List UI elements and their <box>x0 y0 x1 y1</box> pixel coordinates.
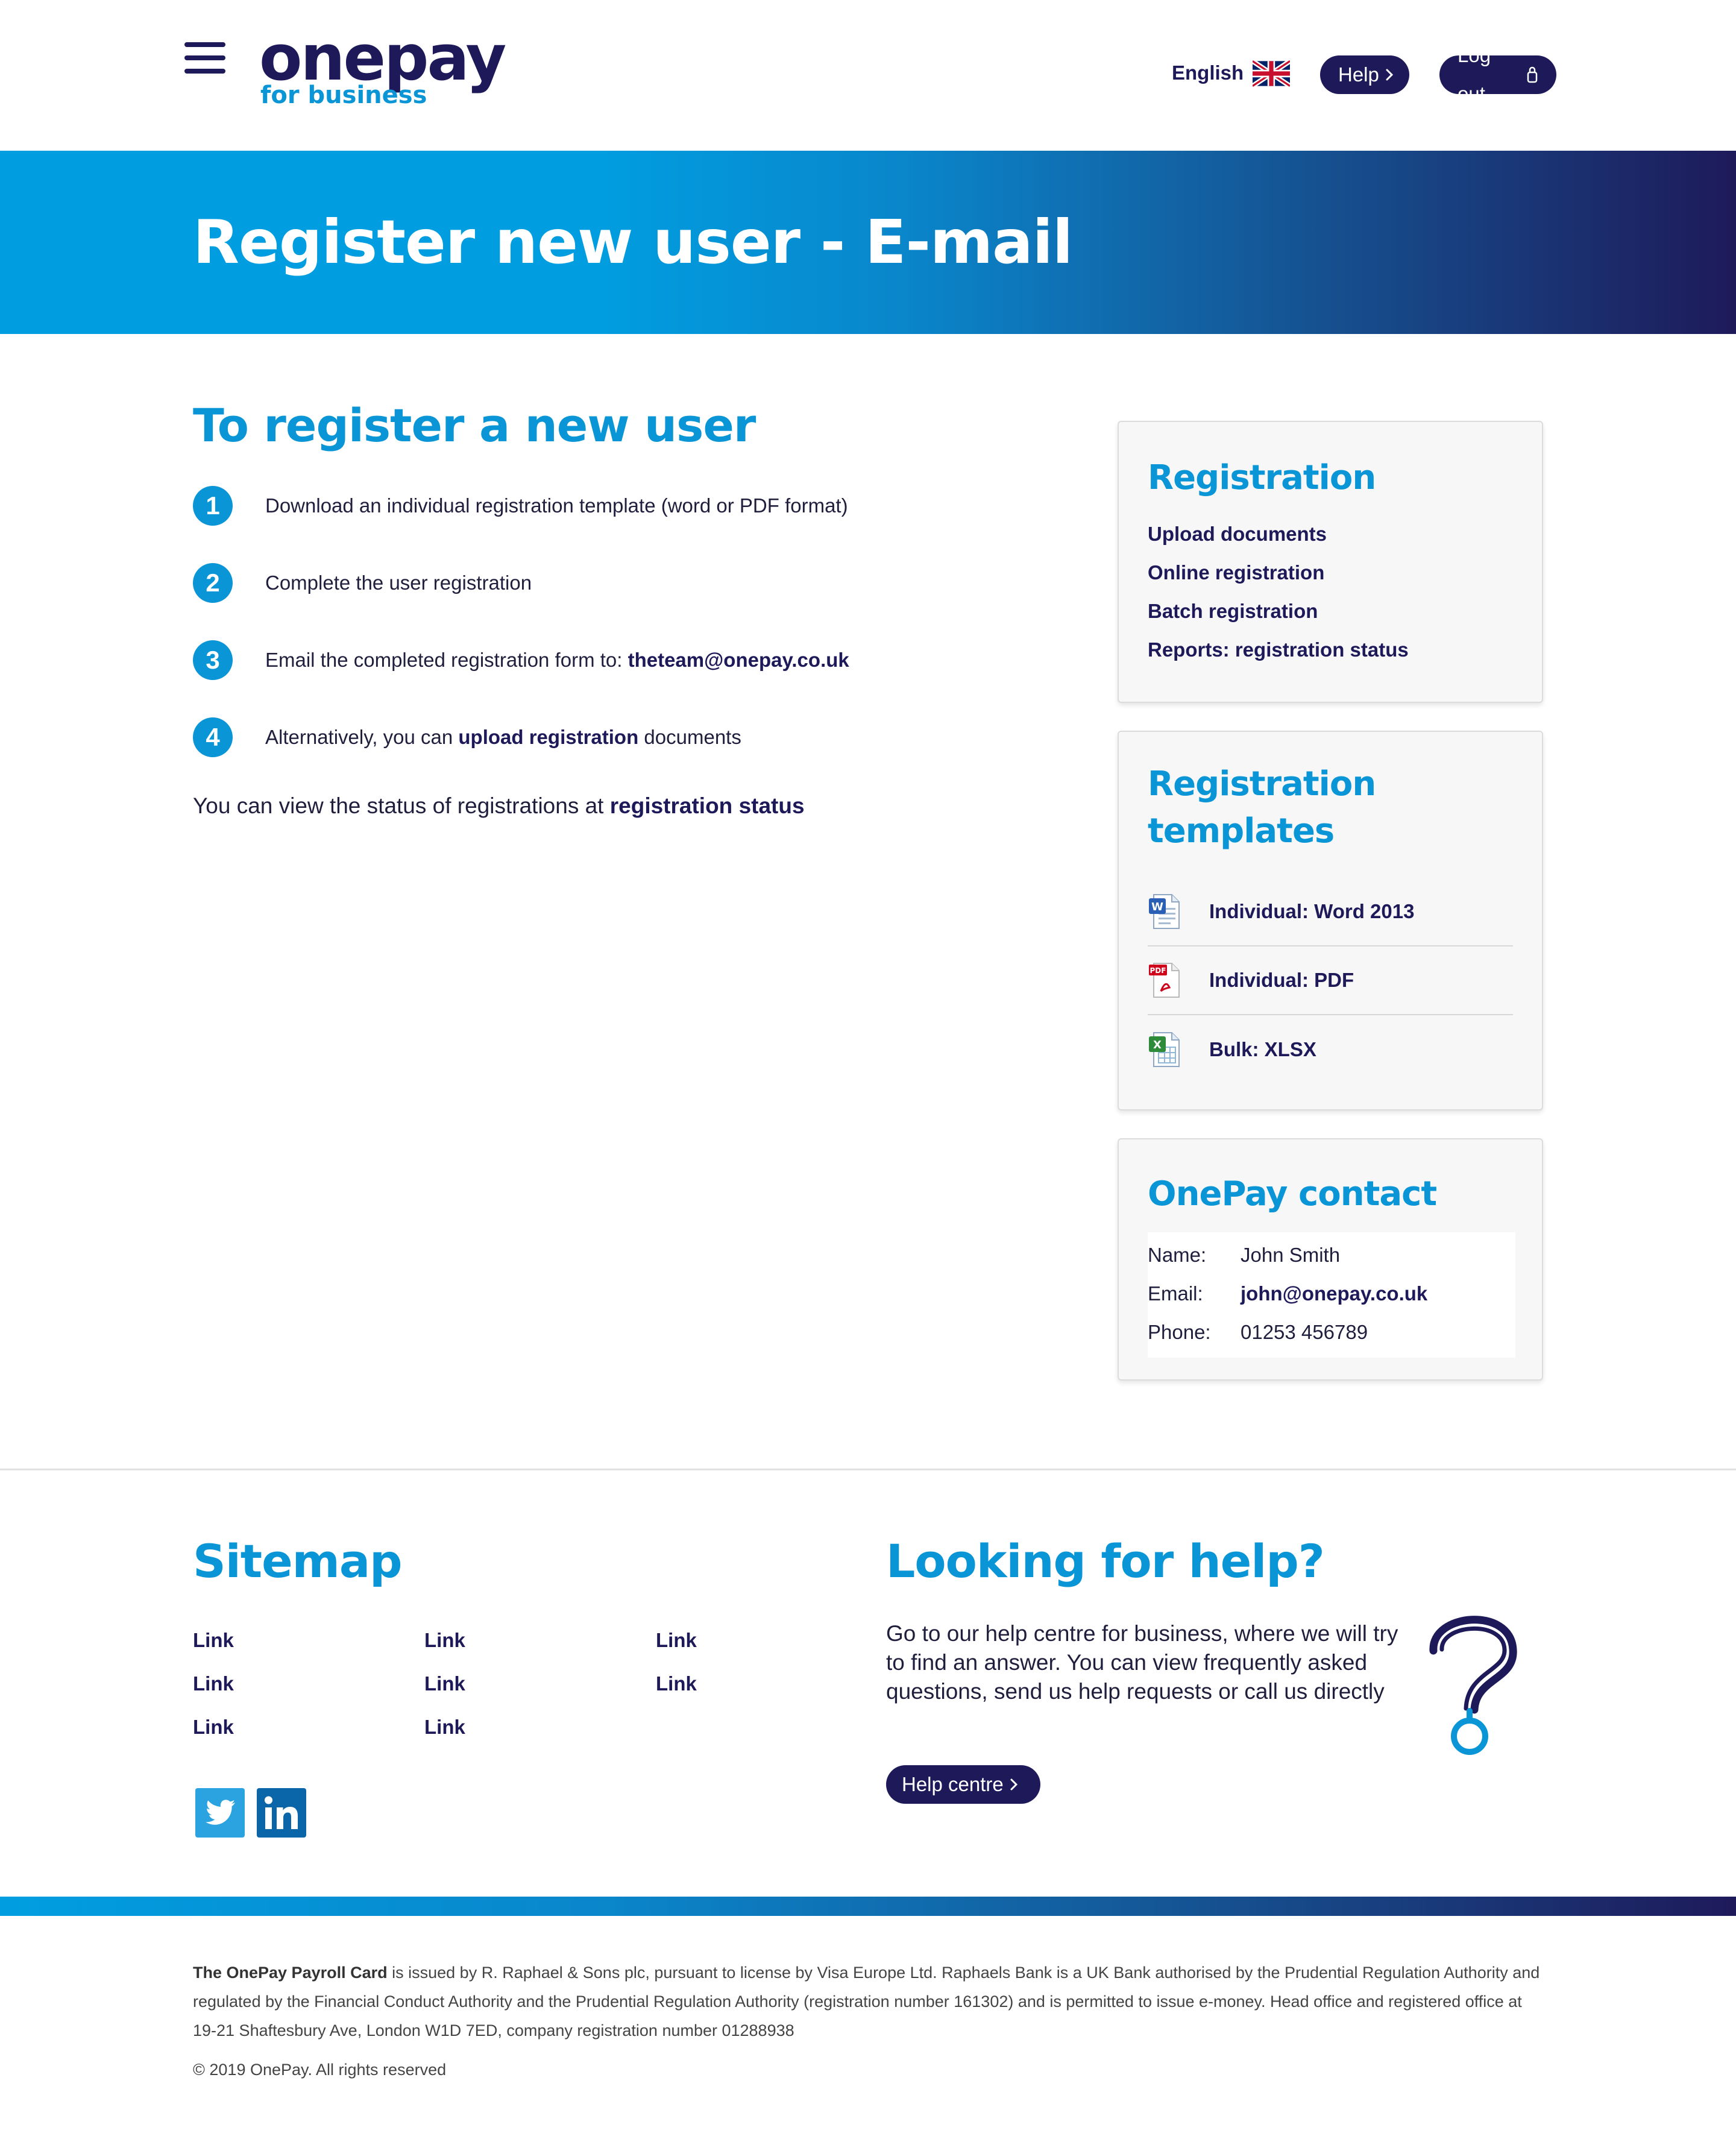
contact-card: OnePay contact Name: John Smith Email: j… <box>1118 1138 1543 1381</box>
contact-phone-label: Phone: <box>1148 1321 1211 1343</box>
step-item: 3 Email the completed registration form … <box>193 640 849 680</box>
template-label: Individual: Word 2013 <box>1209 900 1415 922</box>
contact-row-name: Name: John Smith <box>1148 1236 1515 1274</box>
step-number-badge: 1 <box>193 486 233 526</box>
twitter-icon[interactable] <box>195 1788 245 1838</box>
step-text: Download an individual registration temp… <box>265 494 848 517</box>
status-paragraph: You can view the status of registrations… <box>193 793 805 819</box>
step-text: Alternatively, you can upload registrati… <box>265 726 741 749</box>
step-number-badge: 2 <box>193 563 233 603</box>
sitemap-link[interactable]: Link <box>656 1672 697 1695</box>
help-centre-button-label: Help centre <box>902 1773 1004 1795</box>
help-centre-button[interactable]: Help centre <box>886 1765 1040 1804</box>
sitemap-link[interactable]: Link <box>193 1629 234 1652</box>
templates-list: W Individual: Word 2013 PDF Individual: … <box>1148 878 1513 1084</box>
footer-gradient-bar <box>0 1897 1736 1916</box>
contact-row-phone: Phone: 01253 456789 <box>1148 1313 1515 1352</box>
sitemap-link[interactable]: Link <box>193 1672 234 1695</box>
team-email-link[interactable]: theteam@onepay.co.uk <box>628 649 849 671</box>
reports-registration-status-link[interactable]: Reports: registration status <box>1148 631 1513 669</box>
footer-divider <box>0 1469 1736 1470</box>
batch-registration-link[interactable]: Batch registration <box>1148 592 1513 631</box>
status-text: You can view the status of registrations… <box>193 793 610 818</box>
contact-name-value: John Smith <box>1241 1244 1341 1266</box>
templates-card: Registration templates W Individual: Word… <box>1118 731 1543 1110</box>
step-text-prefix: Alternatively, you can <box>265 726 459 748</box>
contact-name-label: Name: <box>1148 1244 1207 1266</box>
contact-phone-value: 01253 456789 <box>1241 1321 1368 1343</box>
section-title: To register a new user <box>193 398 756 452</box>
templates-card-title: Registration templates <box>1148 761 1513 855</box>
contact-email-link[interactable]: john@onepay.co.uk <box>1241 1274 1427 1313</box>
language-selector[interactable]: English <box>1172 61 1244 84</box>
question-mark-icon <box>1429 1616 1517 1755</box>
sitemap-title: Sitemap <box>193 1534 403 1588</box>
sitemap-link[interactable]: Link <box>193 1716 234 1739</box>
contact-row-email: Email: john@onepay.co.uk <box>1148 1274 1515 1313</box>
sitemap-link[interactable]: Link <box>656 1629 697 1652</box>
online-registration-link[interactable]: Online registration <box>1148 553 1513 592</box>
legal-card-name: The OnePay Payroll Card <box>193 1964 388 1982</box>
step-text: Complete the user registration <box>265 572 532 594</box>
page-title: Register new user - E-mail <box>193 207 1073 277</box>
registration-status-link[interactable]: registration status <box>610 793 805 818</box>
chevron-right-icon <box>1010 1778 1017 1791</box>
templates-title-line1: Registration <box>1148 764 1376 804</box>
help-button-label: Help <box>1338 63 1379 86</box>
uk-flag-icon[interactable] <box>1253 59 1290 88</box>
chevron-right-icon <box>1386 69 1393 81</box>
svg-text:PDF: PDF <box>1150 966 1166 975</box>
registration-links: Upload documents Online registration Bat… <box>1148 515 1513 669</box>
excel-doc-icon: X <box>1149 1032 1180 1067</box>
template-label: Bulk: XLSX <box>1209 1038 1316 1060</box>
site-header: onepay for business English Help Log out <box>0 0 1736 151</box>
step-text-prefix: Email the completed registration form to… <box>265 649 628 671</box>
templates-title-line2: templates <box>1148 811 1335 851</box>
pdf-doc-icon: PDF <box>1149 963 1180 998</box>
contact-email-label: Email: <box>1148 1282 1203 1305</box>
template-item-word[interactable]: W Individual: Word 2013 <box>1148 878 1513 947</box>
help-button[interactable]: Help <box>1320 55 1409 94</box>
sitemap-link[interactable]: Link <box>424 1716 465 1739</box>
linkedin-icon[interactable] <box>257 1788 306 1838</box>
registration-card: Registration Upload documents Online reg… <box>1118 421 1543 703</box>
lock-icon <box>1527 66 1538 83</box>
step-item: 2 Complete the user registration <box>193 563 532 603</box>
step-number-badge: 4 <box>193 717 233 757</box>
menu-icon[interactable] <box>184 42 225 74</box>
sitemap-link[interactable]: Link <box>424 1629 465 1652</box>
template-item-xlsx[interactable]: X Bulk: XLSX <box>1148 1015 1513 1084</box>
contact-details: Name: John Smith Email: john@onepay.co.u… <box>1148 1232 1515 1358</box>
onepay-logo[interactable]: onepay for business <box>259 22 506 115</box>
step-text: Email the completed registration form to… <box>265 649 849 672</box>
step-item: 4 Alternatively, you can upload registra… <box>193 717 741 757</box>
svg-text:X: X <box>1153 1039 1162 1051</box>
legal-notice: The OnePay Payroll Card is issued by R. … <box>193 1958 1543 2045</box>
upload-documents-link[interactable]: Upload documents <box>1148 515 1513 553</box>
logout-button[interactable]: Log out <box>1439 44 1556 105</box>
template-label: Individual: PDF <box>1209 969 1354 991</box>
word-doc-icon: W <box>1149 894 1180 929</box>
legal-text: is issued by R. Raphael & Sons plc, purs… <box>193 1964 1540 2039</box>
help-section-title: Looking for help? <box>886 1534 1325 1588</box>
step-number-badge: 3 <box>193 640 233 680</box>
svg-text:W: W <box>1151 901 1163 913</box>
logo-tagline: for business <box>260 81 427 109</box>
help-section-text: Go to our help centre for business, wher… <box>886 1621 1398 1704</box>
contact-card-title: OnePay contact <box>1148 1174 1437 1214</box>
sitemap-link[interactable]: Link <box>424 1672 465 1695</box>
page-banner: Register new user - E-mail <box>0 151 1736 334</box>
registration-card-title: Registration <box>1148 458 1376 497</box>
copyright: © 2019 OnePay. All rights reserved <box>193 2061 447 2079</box>
step-item: 1 Download an individual registration te… <box>193 486 848 526</box>
logout-button-label: Log out <box>1458 44 1491 105</box>
upload-registration-link[interactable]: upload registration <box>458 726 638 748</box>
step-text-suffix: documents <box>638 726 741 748</box>
template-item-pdf[interactable]: PDF Individual: PDF <box>1148 947 1513 1015</box>
